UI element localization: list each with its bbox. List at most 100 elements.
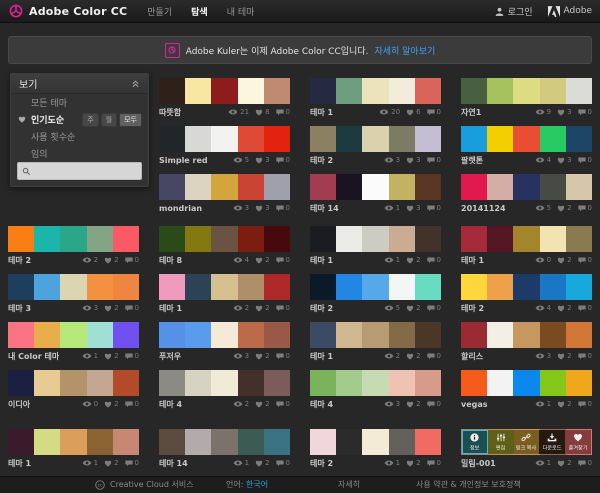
color-swatch[interactable] [336,126,362,152]
adobe-link[interactable]: Adobe [548,6,592,17]
color-swatch[interactable] [310,226,336,252]
search-input[interactable] [34,166,137,177]
color-swatch[interactable] [487,174,513,200]
theme-card[interactable]: 테마 14 1 2 0 [159,429,290,469]
color-swatch[interactable] [159,429,185,455]
theme-card[interactable]: 테마 3 3 2 0 [8,274,139,314]
sidebar-item-random[interactable]: 임의 [11,145,148,162]
color-swatch[interactable] [389,370,415,396]
color-swatch[interactable] [60,274,86,300]
color-swatch[interactable] [185,226,211,252]
app-logo[interactable]: Adobe Color CC [9,4,127,18]
color-swatch[interactable] [113,322,139,348]
color-swatch[interactable] [264,126,290,152]
color-swatch[interactable] [540,78,566,104]
color-swatch[interactable] [389,274,415,300]
color-swatch[interactable] [389,322,415,348]
color-swatch[interactable] [113,429,139,455]
color-swatch[interactable] [87,226,113,252]
color-swatch[interactable] [389,78,415,104]
color-swatch[interactable] [513,274,539,300]
color-swatch[interactable] [415,78,441,104]
color-swatch[interactable] [264,226,290,252]
color-swatch[interactable] [113,274,139,300]
color-swatch[interactable] [487,226,513,252]
color-swatch[interactable] [159,174,185,200]
filter-month-button[interactable]: 월 [101,113,117,127]
theme-card[interactable]: 20141124 5 2 0 [461,174,592,214]
color-swatch[interactable] [540,274,566,300]
color-swatch[interactable] [211,126,237,152]
color-swatch[interactable] [487,322,513,348]
color-swatch[interactable] [113,370,139,396]
nav-item-mythemes[interactable]: 내 테마 [227,5,255,18]
theme-card[interactable]: 테마 2 5 2 0 [310,274,441,314]
color-swatch[interactable] [487,126,513,152]
color-swatch[interactable] [211,274,237,300]
theme-card[interactable]: 테마 2 3 3 0 [310,126,441,166]
theme-card[interactable]: 테마 8 4 2 0 [159,226,290,266]
theme-card[interactable]: 테마 1 20 6 0 [310,78,441,118]
sidebar-item-popularity[interactable]: 인기도순 주 월 모두 [11,111,148,128]
color-swatch[interactable] [513,78,539,104]
color-swatch[interactable] [362,370,388,396]
color-swatch[interactable] [389,429,415,455]
color-swatch[interactable] [540,226,566,252]
color-swatch[interactable] [415,370,441,396]
color-swatch[interactable] [159,226,185,252]
color-swatch[interactable] [264,274,290,300]
color-swatch[interactable] [238,226,264,252]
theme-card[interactable]: 테마 14 1 3 0 [310,174,441,214]
theme-card[interactable]: 푸저우 3 2 0 [159,322,290,362]
color-swatch[interactable] [185,78,211,104]
color-swatch[interactable] [185,126,211,152]
theme-card[interactable]: 테마 4 3 2 0 [310,370,441,410]
color-swatch[interactable] [310,126,336,152]
color-swatch[interactable] [461,126,487,152]
theme-card[interactable]: 따뜻함 21 8 0 [159,78,290,118]
color-swatch[interactable] [389,226,415,252]
color-swatch[interactable] [540,174,566,200]
color-swatch[interactable] [238,78,264,104]
color-swatch[interactable] [238,429,264,455]
theme-card[interactable]: 내 Color 테마 1 2 0 [8,322,139,362]
nav-item-create[interactable]: 만들기 [147,5,172,18]
color-swatch[interactable] [566,322,592,348]
color-swatch[interactable] [336,226,362,252]
color-swatch[interactable] [310,322,336,348]
color-swatch[interactable] [362,126,388,152]
color-swatch[interactable] [34,429,60,455]
color-swatch[interactable] [264,429,290,455]
theme-card[interactable]: 팔렛톤 4 3 0 [461,126,592,166]
collapse-panel-icon[interactable] [131,80,140,88]
theme-card[interactable]: 테마 1 1 2 0 [8,429,139,469]
info-action[interactable]: 정보 [462,430,488,454]
color-swatch[interactable] [540,370,566,396]
color-swatch[interactable] [310,370,336,396]
color-swatch[interactable] [513,322,539,348]
color-swatch[interactable] [87,274,113,300]
color-swatch[interactable] [310,274,336,300]
theme-card[interactable]: 할리스 3 2 0 [461,322,592,362]
theme-card[interactable]: 자연1 9 3 0 [461,78,592,118]
sliders-action[interactable]: 편집 [488,430,514,454]
color-swatch[interactable] [336,429,362,455]
theme-card[interactable]: 이디아 0 2 0 [8,370,139,410]
color-swatch[interactable] [513,370,539,396]
color-swatch[interactable] [336,274,362,300]
theme-card[interactable]: 테마 2 1 2 0 [310,429,441,469]
color-swatch[interactable] [34,322,60,348]
theme-card[interactable]: 테마 1 2 2 0 [310,322,441,362]
color-swatch[interactable] [336,322,362,348]
footer-terms-link[interactable]: 사용 약관 & 개인정보 보호정책 [416,477,521,493]
color-swatch[interactable] [487,370,513,396]
color-swatch[interactable] [461,78,487,104]
color-swatch[interactable] [362,429,388,455]
footer-creative-cloud-link[interactable]: Creative Cloud 서비스 [110,477,194,493]
color-swatch[interactable] [415,429,441,455]
color-swatch[interactable] [415,174,441,200]
color-swatch[interactable] [336,370,362,396]
color-swatch[interactable] [60,322,86,348]
color-swatch[interactable] [238,322,264,348]
theme-card[interactable]: 테마 1 0 2 0 [461,226,592,266]
